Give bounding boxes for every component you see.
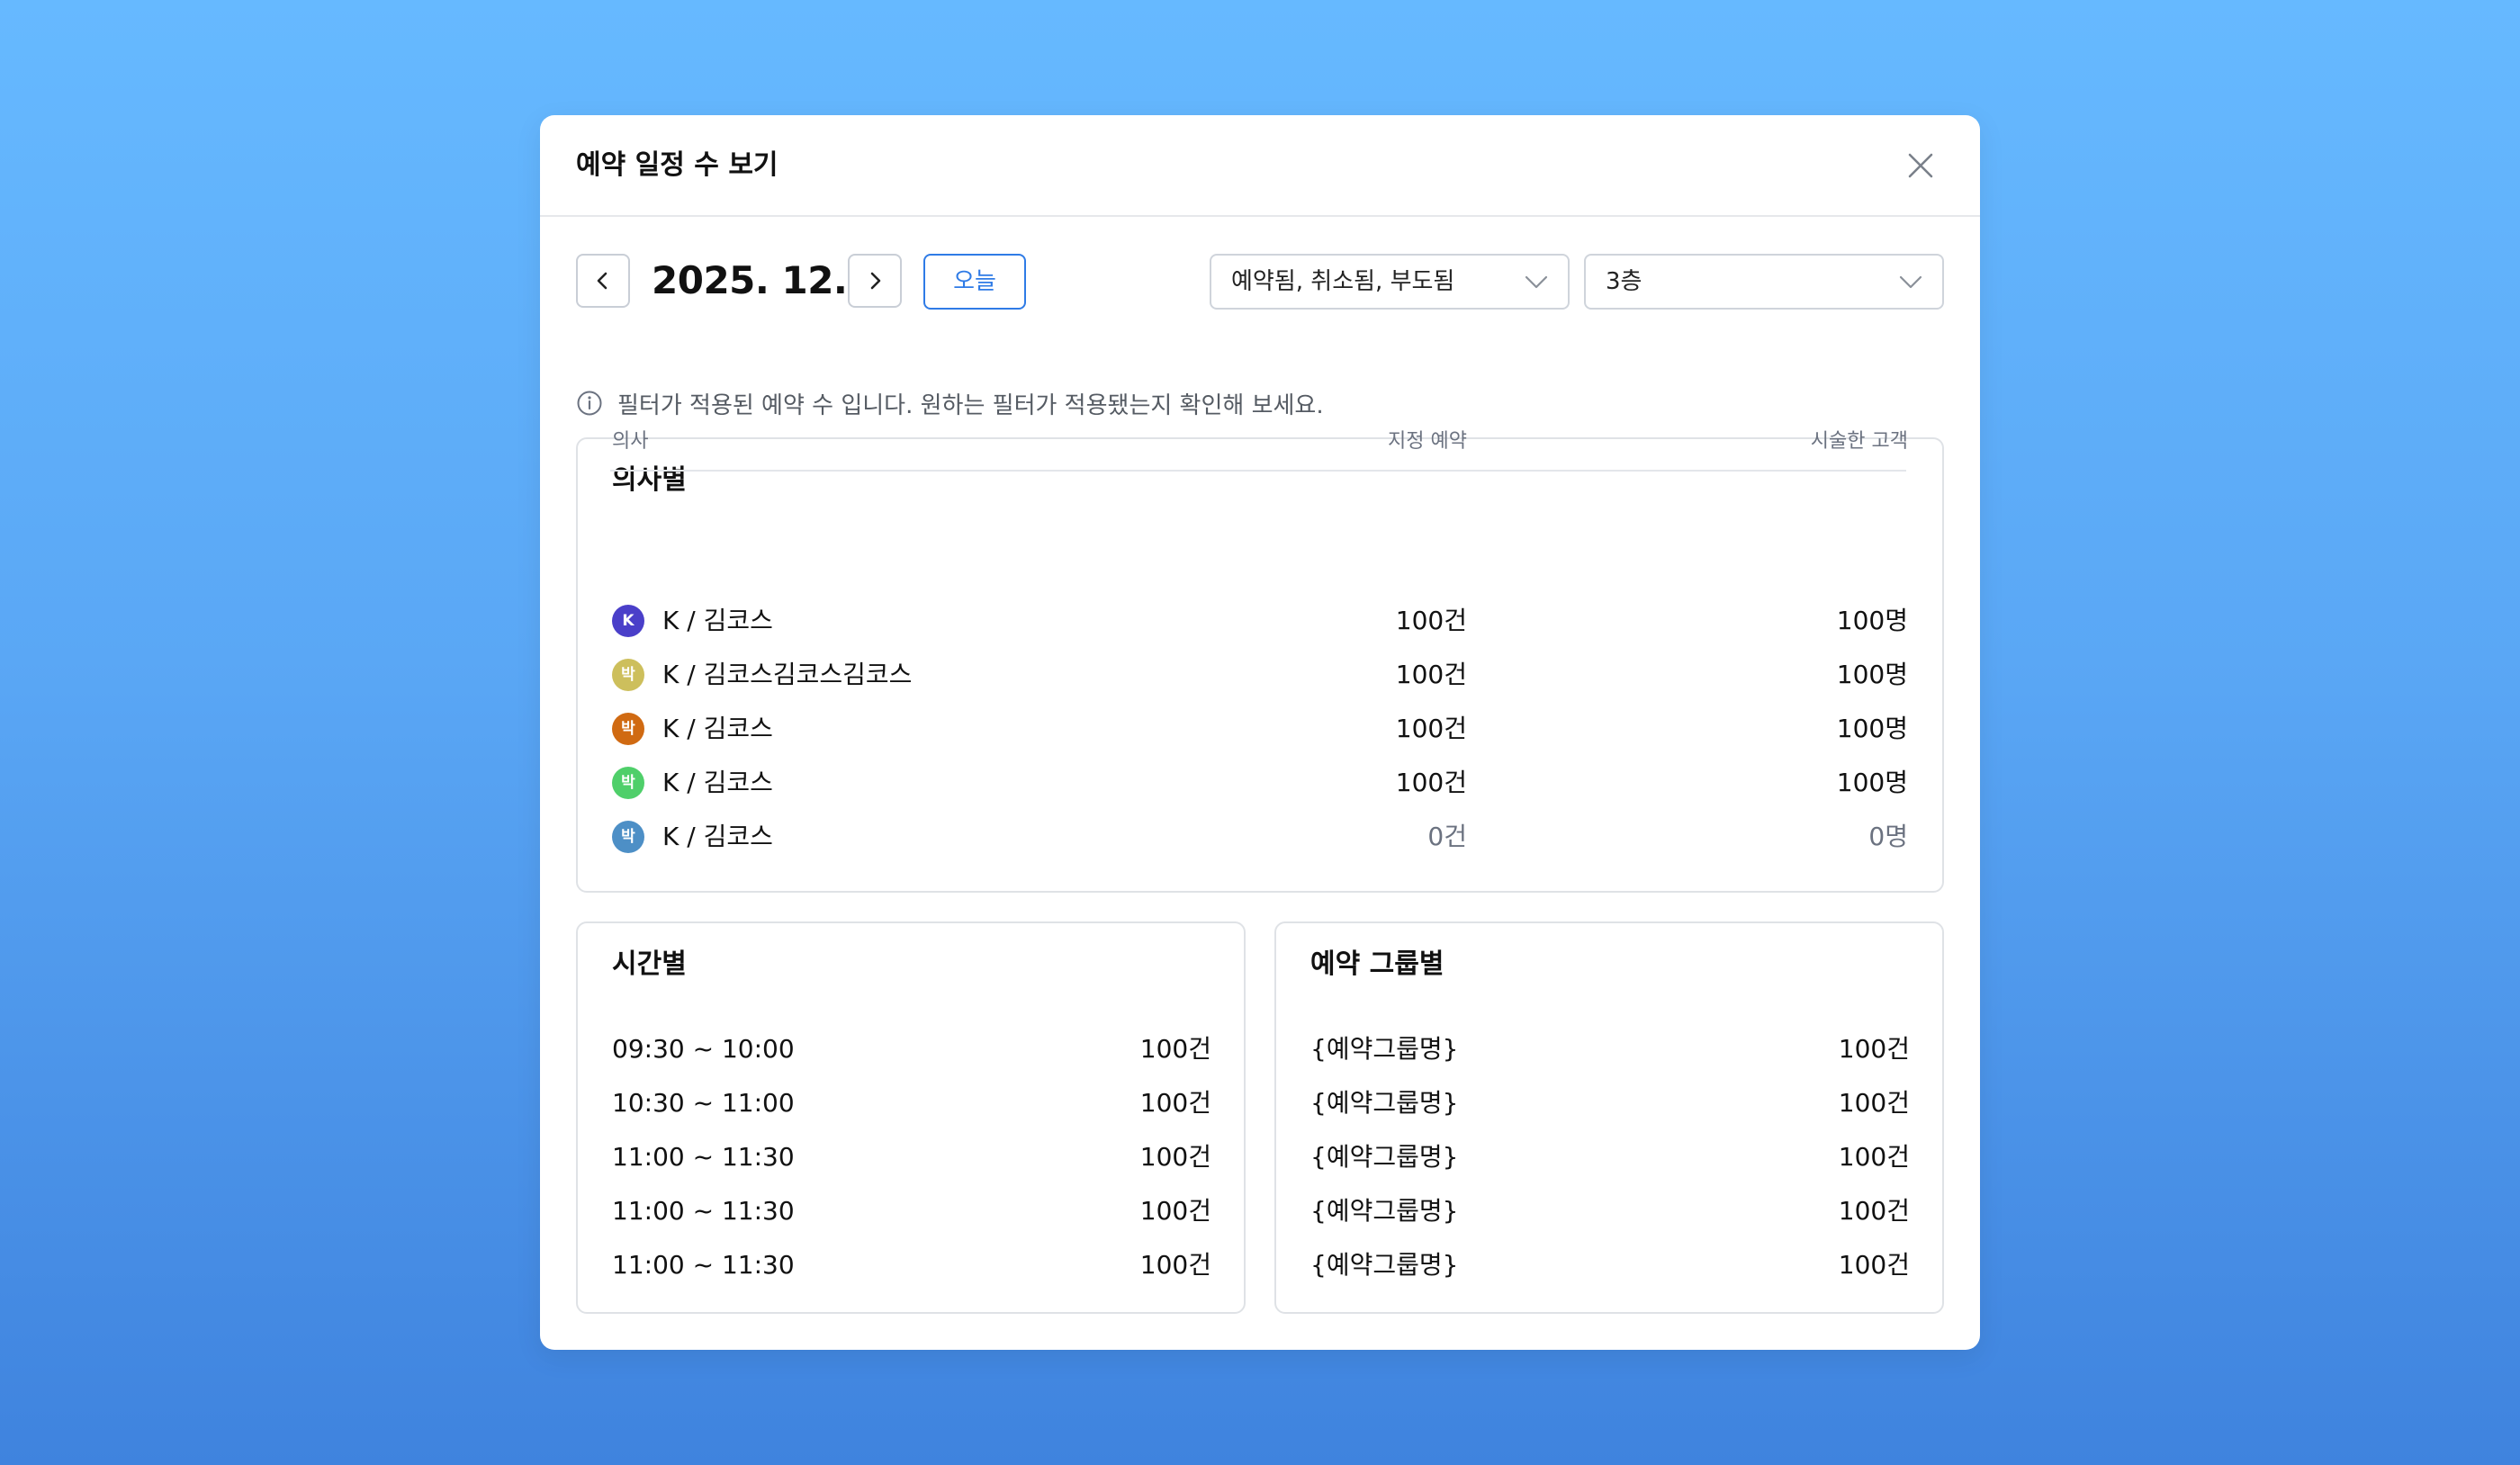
count-value: 100건 (1139, 1088, 1211, 1118)
treated-count: 0명 (1868, 822, 1908, 851)
group-name-label: {예약그룹명} (1310, 1250, 1459, 1280)
close-button[interactable] (1906, 151, 1935, 180)
filter-notice-text: 필터가 적용된 예약 수 입니다. 원하는 필터가 적용됐는지 확인해 보세요. (617, 391, 1324, 419)
count-value: 100건 (1139, 1142, 1211, 1172)
doctor-name: K / 김코스 (662, 768, 773, 797)
list-item: {예약그룹명} 100건 (1310, 1245, 1910, 1285)
time-slot-label: 11:00 ~ 11:30 (612, 1142, 795, 1172)
count-value: 100건 (1838, 1142, 1910, 1172)
count-value: 100건 (1838, 1250, 1910, 1280)
reserved-count: 100건 (1395, 606, 1467, 635)
count-value: 100건 (1139, 1196, 1211, 1226)
chevron-left-icon (597, 272, 608, 290)
count-value: 100건 (1139, 1250, 1211, 1280)
time-slot-label: 09:30 ~ 10:00 (612, 1034, 795, 1064)
list-item: 11:00 ~ 11:30 100건 (612, 1191, 1211, 1231)
count-value: 100건 (1838, 1034, 1910, 1064)
chevron-right-icon (870, 272, 881, 290)
doctor-row: 박 K / 김코스 100건 100명 (612, 763, 1908, 803)
list-item: 10:30 ~ 11:00 100건 (612, 1083, 1211, 1123)
list-item: {예약그룹명} 100건 (1310, 1029, 1910, 1069)
doctor-name: K / 김코스 (662, 822, 773, 851)
list-item: 09:30 ~ 10:00 100건 (612, 1029, 1211, 1069)
doctor-name: K / 김코스김코스김코스 (662, 660, 913, 689)
modal-header: 예약 일정 수 보기 (540, 115, 1980, 217)
list-item: 11:00 ~ 11:30 100건 (612, 1137, 1211, 1177)
col-head-treated: 시술한 고객 (1810, 430, 1908, 453)
floor-filter-select[interactable]: 3층 (1584, 254, 1944, 310)
chevron-down-icon (1525, 275, 1548, 289)
doctor-row: K K / 김코스 100건 100명 (612, 601, 1908, 641)
status-filter-value: 예약됨, 취소됨, 부도됨 (1231, 268, 1455, 295)
floor-filter-value: 3층 (1606, 268, 1642, 295)
count-value: 100건 (1838, 1088, 1910, 1118)
list-item: {예약그룹명} 100건 (1310, 1083, 1910, 1123)
doctor-row: 박 K / 김코스 0건 0명 (612, 817, 1908, 857)
doctor-avatar: K (612, 605, 644, 637)
col-head-doctor: 의사 (612, 430, 649, 453)
doctor-row: 박 K / 김코스 100건 100명 (612, 709, 1908, 749)
status-filter-select[interactable]: 예약됨, 취소됨, 부도됨 (1210, 254, 1570, 310)
today-button[interactable]: 오늘 (923, 254, 1026, 310)
treated-count: 100명 (1836, 606, 1908, 635)
doctor-avatar: 박 (612, 767, 644, 799)
doctor-avatar: 박 (612, 659, 644, 691)
count-value: 100건 (1139, 1034, 1211, 1064)
reserved-count: 0건 (1427, 822, 1467, 851)
treated-count: 100명 (1836, 714, 1908, 743)
doctor-avatar: 박 (612, 821, 644, 853)
doctor-name: K / 김코스 (662, 714, 773, 743)
filter-notice: 필터가 적용된 예약 수 입니다. 원하는 필터가 적용됐는지 확인해 보세요. (576, 385, 1324, 421)
doctor-card-title: 의사별 (612, 464, 687, 496)
doctor-name: K / 김코스 (662, 606, 773, 635)
time-slot-label: 10:30 ~ 11:00 (612, 1088, 795, 1118)
group-name-label: {예약그룹명} (1310, 1142, 1459, 1172)
doctor-row: 박 K / 김코스김코스김코스 100건 100명 (612, 655, 1908, 695)
doctor-avatar: 박 (612, 713, 644, 745)
treated-count: 100명 (1836, 768, 1908, 797)
reserved-count: 100건 (1395, 660, 1467, 689)
list-item: {예약그룹명} 100건 (1310, 1191, 1910, 1231)
col-head-reserved: 지정 예약 (1388, 430, 1467, 453)
time-slot-label: 11:00 ~ 11:30 (612, 1196, 795, 1226)
next-date-button[interactable] (848, 254, 902, 308)
close-icon (1908, 153, 1933, 178)
group-name-label: {예약그룹명} (1310, 1088, 1459, 1118)
count-value: 100건 (1838, 1196, 1910, 1226)
group-name-label: {예약그룹명} (1310, 1196, 1459, 1226)
info-icon (577, 391, 602, 416)
list-item: {예약그룹명} 100건 (1310, 1137, 1910, 1177)
chevron-down-icon (1899, 275, 1922, 289)
time-slot-label: 11:00 ~ 11:30 (612, 1250, 795, 1280)
reserved-count: 100건 (1395, 714, 1467, 743)
group-name-label: {예약그룹명} (1310, 1034, 1459, 1064)
table-header-divider (610, 470, 1906, 472)
modal-title: 예약 일정 수 보기 (576, 149, 778, 181)
reserved-count: 100건 (1395, 768, 1467, 797)
prev-date-button[interactable] (576, 254, 630, 308)
time-card-title: 시간별 (612, 948, 687, 980)
group-card-title: 예약 그룹별 (1310, 948, 1444, 980)
list-item: 11:00 ~ 11:30 100건 (612, 1245, 1211, 1285)
treated-count: 100명 (1836, 660, 1908, 689)
